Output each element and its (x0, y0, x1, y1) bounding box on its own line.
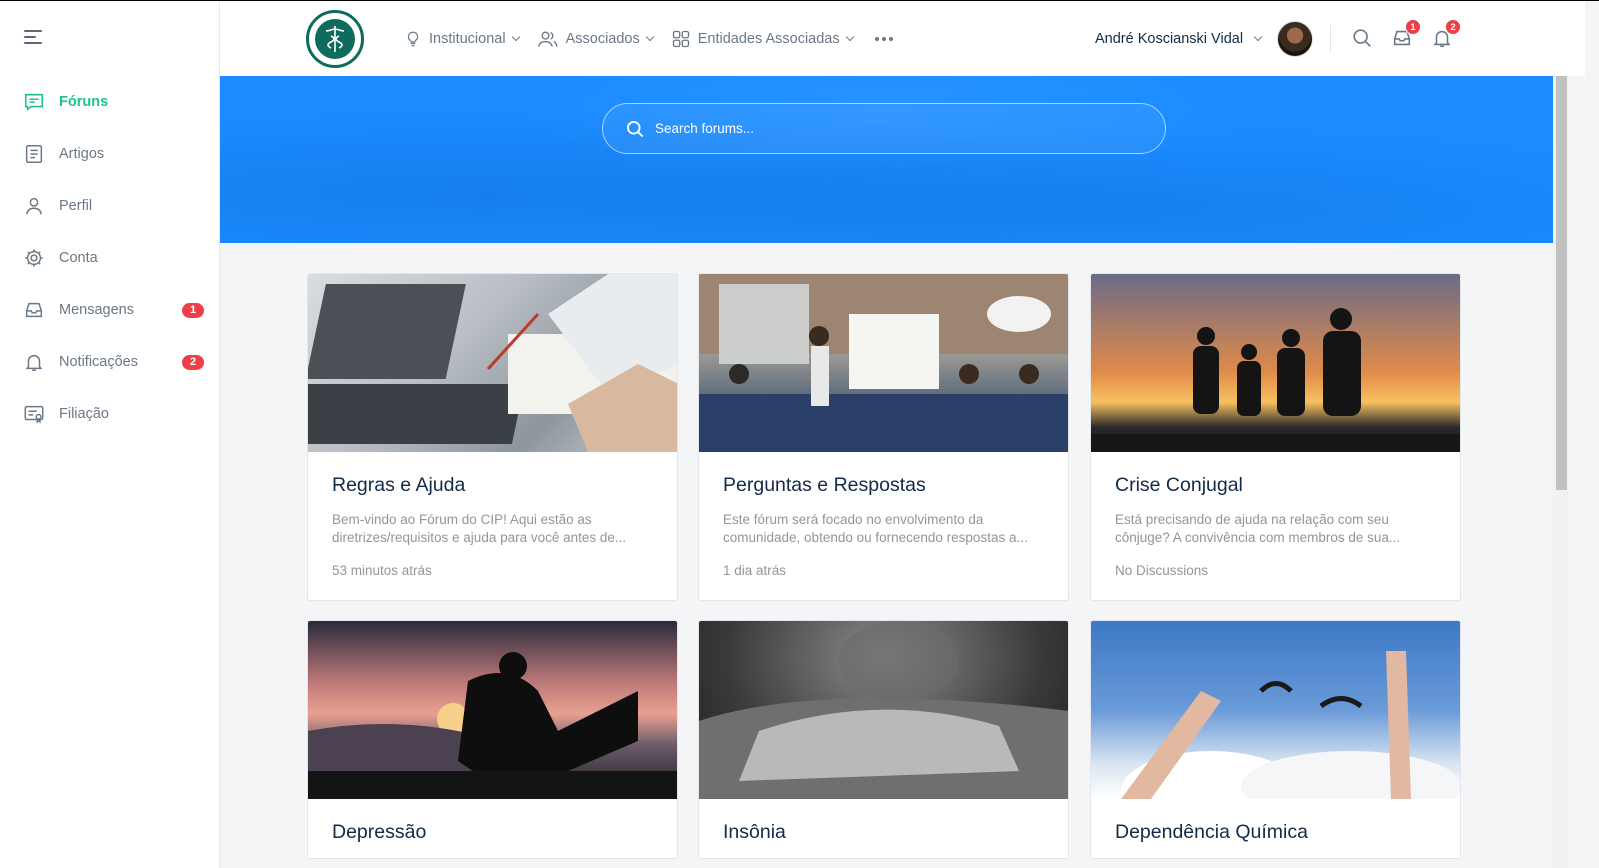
sidebar-item-notificacoes[interactable]: Notificações 2 (0, 336, 220, 388)
menu-associados-label: Associados (565, 30, 640, 47)
forum-title[interactable]: Crise Conjugal (1115, 474, 1436, 497)
more-menu-icon[interactable] (874, 36, 893, 41)
forum-card[interactable]: Crise Conjugal Está precisando de ajuda … (1090, 273, 1461, 601)
chevron-down-icon (1253, 32, 1263, 41)
sidebar-item-mensagens[interactable]: Mensagens 1 (0, 284, 220, 336)
forum-card[interactable]: Dependência Química (1090, 620, 1461, 859)
chevron-down-icon (511, 32, 520, 41)
forum-card[interactable]: Perguntas e Respostas Este fórum será fo… (698, 273, 1069, 601)
menu-associados[interactable]: Associados (537, 29, 654, 49)
header-notifications-button[interactable]: 2 (1431, 19, 1461, 51)
search-icon (627, 120, 644, 137)
forum-last-activity: 1 dia atrás (723, 563, 787, 578)
forum-title[interactable]: Depressão (332, 821, 653, 844)
lightbulb-icon (407, 31, 419, 46)
page-scrollbar[interactable] (1553, 76, 1569, 868)
hero-background (220, 76, 1553, 243)
sidebar-item-label: Perfil (59, 198, 93, 214)
sidebar-item-label: Filiação (59, 406, 109, 422)
search-icon (1353, 29, 1371, 47)
forum-last-activity: 53 minutos atrás (332, 563, 432, 578)
user-icon (23, 195, 45, 217)
sidebar-item-label: Fóruns (59, 94, 109, 110)
sidebar-item-artigos[interactable]: Artigos (0, 128, 220, 180)
header-search-button[interactable] (1351, 27, 1375, 51)
article-icon (23, 143, 45, 165)
window-top-border (0, 0, 1599, 1)
chevron-down-icon (845, 32, 854, 41)
sidebar-item-foruns[interactable]: Fóruns (0, 76, 220, 128)
messages-badge: 1 (1405, 19, 1421, 35)
forum-title[interactable]: Perguntas e Respostas (723, 474, 1044, 497)
search-bar[interactable] (602, 103, 1166, 154)
menu-entidades-label: Entidades Associadas (697, 30, 840, 47)
forum-description: Está precisando de ajuda na relação com … (1115, 512, 1401, 545)
avatar[interactable] (1277, 20, 1314, 57)
notifications-count-badge: 2 (182, 354, 204, 370)
forum-cover-image (699, 621, 1068, 799)
forum-last-activity: No Discussions (1115, 563, 1209, 578)
notifications-badge: 2 (1445, 19, 1461, 35)
inbox-icon (23, 299, 45, 321)
forum-description: Este fórum será focado no envolvimento d… (723, 512, 1028, 545)
forum-icon (23, 91, 45, 113)
sidebar: Fóruns Artigos Perfil Conta Mensagens 1 … (0, 0, 220, 868)
sidebar-item-label: Conta (59, 250, 98, 266)
bell-icon (23, 351, 45, 373)
chevron-down-icon (645, 32, 654, 41)
header-messages-button[interactable]: 1 (1391, 19, 1421, 51)
forums-hero-banner (220, 76, 1553, 243)
caduceus-icon (315, 19, 355, 59)
forum-card[interactable]: Insônia (698, 620, 1069, 859)
sidebar-nav: Fóruns Artigos Perfil Conta Mensagens 1 … (0, 76, 220, 440)
users-icon (537, 31, 558, 47)
sidebar-item-filiacao[interactable]: Filiação (0, 388, 220, 440)
forum-description: Bem-vindo ao Fórum do CIP! Aqui estão as… (332, 512, 627, 545)
menu-institucional-label: Institucional (429, 30, 506, 47)
menu-institucional[interactable]: Institucional (404, 30, 520, 48)
forum-cover-image (308, 274, 677, 452)
forum-card[interactable]: Depressão (307, 620, 678, 859)
forum-cover-image (699, 274, 1068, 452)
sidebar-item-conta[interactable]: Conta (0, 232, 220, 284)
forum-card[interactable]: Regras e Ajuda Bem-vindo ao Fórum do CIP… (307, 273, 678, 601)
header-divider (1330, 25, 1331, 53)
menu-toggle-icon[interactable] (24, 30, 44, 48)
user-name: André Koscianski Vidal (1095, 30, 1244, 47)
sidebar-item-perfil[interactable]: Perfil (0, 180, 220, 232)
user-menu[interactable]: André Koscianski Vidal (1095, 1, 1314, 76)
membership-icon (23, 403, 45, 425)
menu-entidades-associadas[interactable]: Entidades Associadas (671, 29, 854, 49)
site-logo[interactable] (306, 10, 364, 68)
main-menu: Institucional Associados Entidades Assoc… (404, 1, 893, 76)
search-input[interactable] (655, 121, 1135, 136)
forum-cover-image (1091, 274, 1460, 452)
sidebar-item-label: Mensagens (59, 302, 134, 318)
forum-title[interactable]: Dependência Química (1115, 821, 1436, 844)
grid-icon (672, 30, 689, 47)
forum-cover-image (1091, 621, 1460, 799)
top-header: Institucional Associados Entidades Assoc… (220, 1, 1585, 76)
sidebar-item-label: Notificações (59, 354, 138, 370)
sidebar-item-label: Artigos (59, 146, 105, 162)
messages-count-badge: 1 (182, 302, 204, 318)
forum-cover-image (308, 621, 677, 799)
scrollbar-thumb[interactable] (1556, 76, 1567, 490)
forum-title[interactable]: Insônia (723, 821, 1044, 844)
gear-icon (23, 247, 45, 269)
forum-title[interactable]: Regras e Ajuda (332, 474, 653, 497)
